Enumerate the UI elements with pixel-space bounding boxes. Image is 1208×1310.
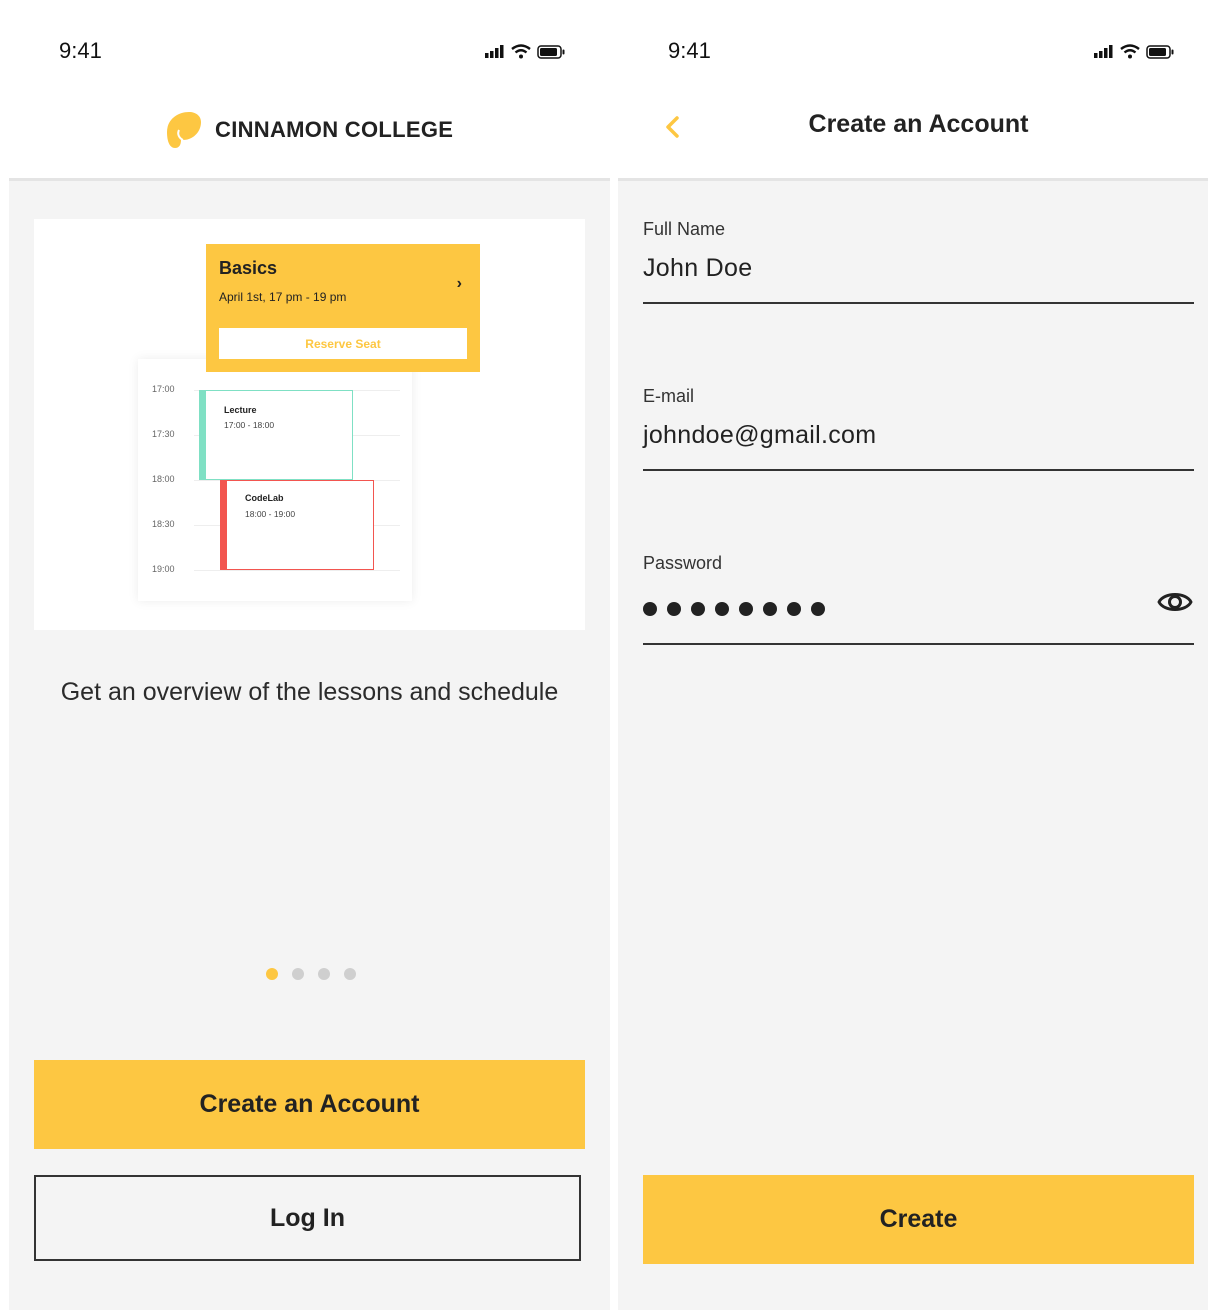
wifi-icon xyxy=(1120,44,1140,59)
full-name-field[interactable]: Full Name John Doe xyxy=(643,219,1194,304)
page-dot-active[interactable] xyxy=(266,968,278,980)
eye-icon[interactable] xyxy=(1156,583,1194,621)
wifi-icon xyxy=(511,44,531,59)
calendar-time: 18:00 xyxy=(152,474,175,484)
course-card: Basics April 1st, 17 pm - 19 pm › Reserv… xyxy=(206,244,480,372)
email-label: E-mail xyxy=(643,386,695,406)
onboarding-screen: 9:41 CINNAMON COLLEGE 17:00 17:30 18:00 … xyxy=(9,0,610,1310)
course-date: April 1st, 17 pm - 19 pm xyxy=(219,290,347,304)
signal-icon xyxy=(1094,45,1113,58)
calendar-time: 18:30 xyxy=(152,519,175,529)
password-mask-dot xyxy=(739,602,753,616)
password-mask-dot xyxy=(667,602,681,616)
header: 9:41 Create an Account xyxy=(618,0,1208,181)
password-label: Password xyxy=(643,553,723,573)
password-mask-dot xyxy=(691,602,705,616)
event-title: CodeLab xyxy=(245,493,284,503)
battery-icon xyxy=(537,44,565,59)
calendar-preview: 17:00 17:30 18:00 18:30 19:00 Lecture 17… xyxy=(138,359,412,601)
field-underline xyxy=(643,302,1194,304)
cinnamon-logo-icon xyxy=(167,112,201,148)
full-name-label: Full Name xyxy=(643,219,726,239)
grid-line xyxy=(194,570,400,571)
field-underline xyxy=(643,469,1194,471)
field-underline xyxy=(643,643,1194,645)
battery-icon xyxy=(1146,44,1174,59)
create-account-button[interactable]: Create an Account xyxy=(34,1060,585,1149)
password-mask-dot xyxy=(787,602,801,616)
password-mask-dot xyxy=(643,602,657,616)
header: 9:41 CINNAMON COLLEGE xyxy=(9,0,610,181)
brand: CINNAMON COLLEGE xyxy=(163,110,453,150)
password-input[interactable] xyxy=(643,602,1194,616)
email-input[interactable]: johndoe@gmail.com xyxy=(643,421,1194,455)
chevron-right-icon: › xyxy=(456,275,462,292)
page-dot[interactable] xyxy=(292,968,304,980)
status-icons xyxy=(485,44,565,59)
create-button[interactable]: Create xyxy=(643,1175,1194,1264)
page-dot[interactable] xyxy=(344,968,356,980)
reserve-seat-button: Reserve Seat xyxy=(219,328,467,359)
status-time: 9:41 xyxy=(59,38,102,63)
full-name-input[interactable]: John Doe xyxy=(643,254,1194,288)
signal-icon xyxy=(485,45,504,58)
onboarding-illustration: 17:00 17:30 18:00 18:30 19:00 Lecture 17… xyxy=(34,219,585,630)
password-mask-dot xyxy=(715,602,729,616)
page-dot[interactable] xyxy=(318,968,330,980)
event-time: 18:00 - 19:00 xyxy=(245,509,296,519)
calendar-time: 17:00 xyxy=(152,384,175,394)
page-title: Create an Account xyxy=(808,110,1029,138)
password-field[interactable]: Password xyxy=(643,553,1194,645)
event-lecture: Lecture 17:00 - 18:00 xyxy=(199,390,353,480)
log-in-button[interactable]: Log In xyxy=(34,1175,581,1261)
event-time: 17:00 - 18:00 xyxy=(224,420,275,430)
brand-name: CINNAMON COLLEGE xyxy=(215,117,454,142)
onboarding-text: Get an overview of the lessons and sched… xyxy=(60,678,559,706)
event-codelab: CodeLab 18:00 - 19:00 xyxy=(220,480,374,570)
event-title: Lecture xyxy=(224,405,257,415)
email-field[interactable]: E-mail johndoe@gmail.com xyxy=(643,386,1194,471)
status-icons xyxy=(1094,44,1174,59)
calendar-time: 19:00 xyxy=(152,564,175,574)
page-indicator xyxy=(266,968,356,980)
calendar-time: 17:30 xyxy=(152,429,175,439)
course-title: Basics xyxy=(219,258,278,278)
create-account-screen: 9:41 Create an Account Full Name John Do… xyxy=(618,0,1208,1310)
status-time: 9:41 xyxy=(668,38,711,63)
password-mask-dot xyxy=(763,602,777,616)
password-mask-dot xyxy=(811,602,825,616)
